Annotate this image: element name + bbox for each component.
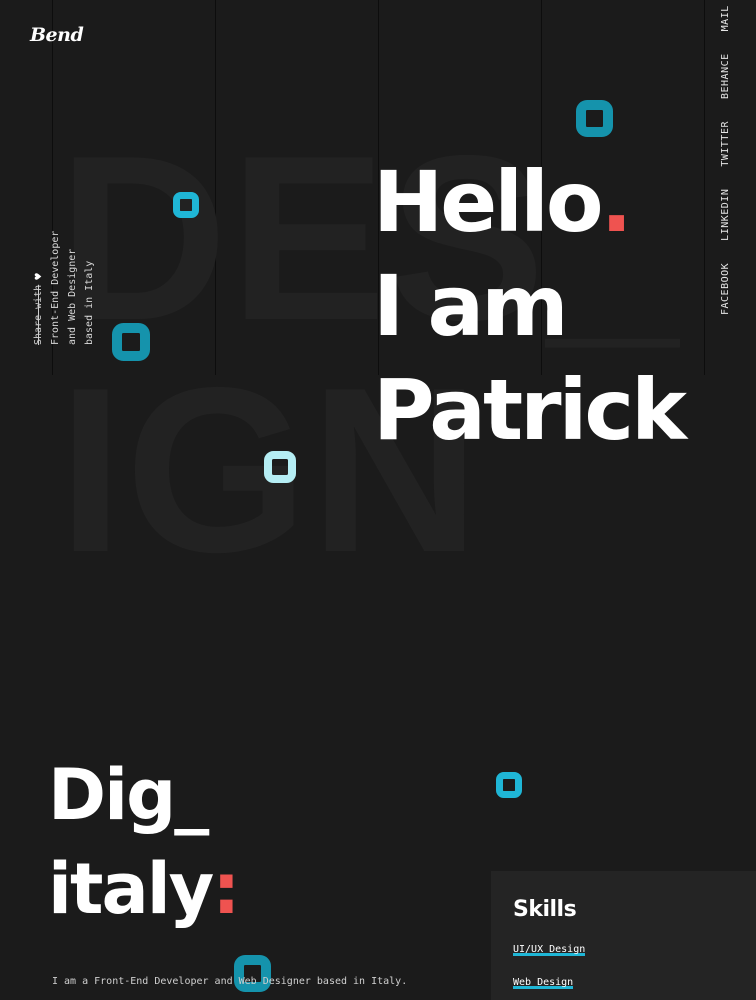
tagline-line: Front-End Developer	[50, 230, 61, 345]
sidebar-left: Share with ♥ Front-End Developer and Web…	[30, 231, 98, 345]
hero-heading: Hello. I am Patrick	[373, 150, 687, 462]
social-link-behance[interactable]: BEHANCE	[720, 53, 732, 99]
section-heading: Dig_ italy:	[48, 748, 240, 936]
skill-link-web-design[interactable]: Web Design	[513, 977, 574, 989]
hero-dot: .	[600, 153, 633, 251]
decor-ring-icon	[173, 192, 199, 218]
intro-text: I am a Front-End Developer and Web Desig…	[52, 976, 408, 987]
decor-ring-icon	[576, 100, 613, 137]
social-link-linkedin[interactable]: LINKEDIN	[720, 189, 732, 241]
social-nav: FACEBOOK LINKEDIN TWITTER BEHANCE MAIL	[720, 5, 732, 315]
hero-line-3: Patrick	[373, 361, 687, 459]
decor-ring-icon	[264, 451, 296, 483]
section-heading-word: italy	[48, 848, 214, 930]
hero-line-2: I am	[373, 257, 569, 355]
skill-link-ui-ux[interactable]: UI/UX Design	[513, 944, 586, 956]
tagline-line: and Web Designer	[67, 248, 78, 345]
decor-ring-icon	[112, 323, 150, 361]
section-heading-colon: :	[212, 848, 240, 930]
skills-panel: Skills UI/UX Design Web Design	[491, 871, 756, 1000]
section-heading-line-1: Dig_	[48, 754, 209, 836]
share-link[interactable]: Share with ♥	[30, 231, 47, 345]
hero-line-1: Hello.	[373, 150, 684, 254]
hero-hello-text: Hello	[373, 153, 604, 251]
decor-ring-icon	[496, 772, 522, 798]
logo[interactable]: Bend	[30, 24, 84, 46]
skills-title: Skills	[513, 897, 577, 922]
share-label: Share with	[33, 284, 44, 345]
grid-line	[704, 0, 705, 375]
social-link-twitter[interactable]: TWITTER	[720, 121, 732, 167]
heart-icon: ♥	[32, 273, 45, 280]
tagline-line: based in Italy	[84, 260, 95, 345]
social-link-mail[interactable]: MAIL	[720, 5, 732, 31]
social-link-facebook[interactable]: FACEBOOK	[720, 263, 732, 315]
section-heading-line-2: italy:	[48, 842, 240, 936]
